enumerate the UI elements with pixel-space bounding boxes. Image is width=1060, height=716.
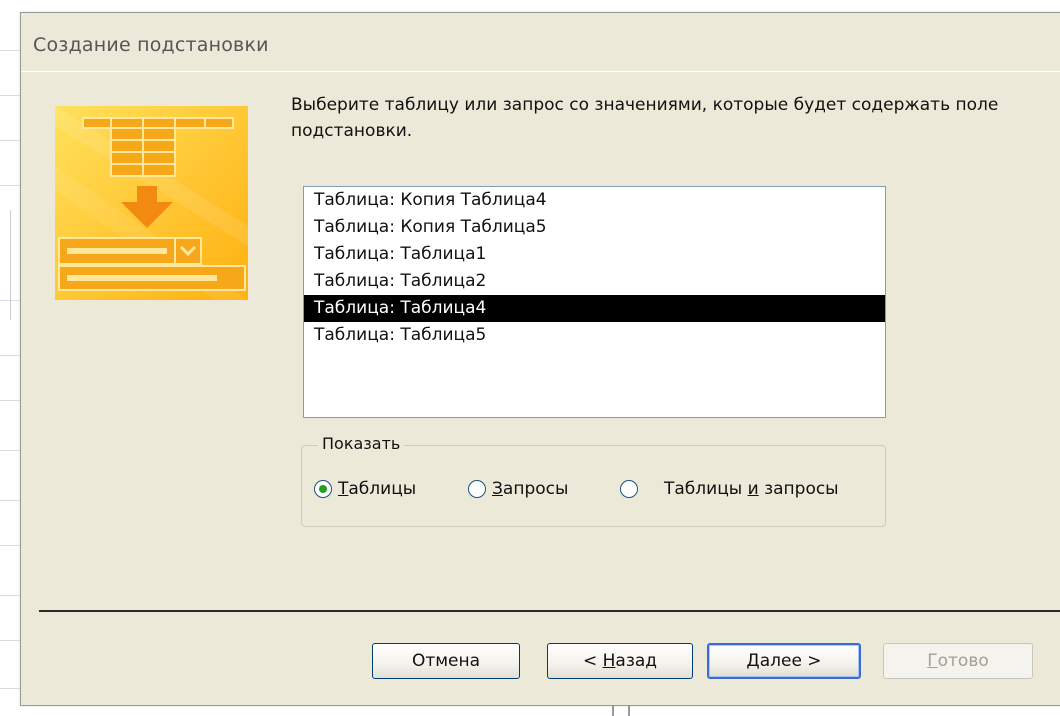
lookup-wizard-dialog: Создание подстановки Выберите таблицу ил…	[20, 12, 1060, 706]
title-bar[interactable]: Создание подстановки	[21, 13, 1060, 71]
background-gridline	[0, 185, 22, 186]
radio-tables-and-queries-label: Таблицы и запросы	[664, 479, 839, 499]
radio-tables-and-queries[interactable]: Таблицы и запросы	[620, 479, 839, 499]
cancel-button[interactable]: Отмена	[372, 643, 520, 679]
next-button[interactable]: Далее >	[707, 643, 861, 679]
background-gridline	[0, 50, 22, 51]
background-gridline	[0, 688, 22, 689]
radio-queries-label: Запросы	[492, 479, 569, 499]
background-gridline	[0, 300, 22, 301]
show-groupbox: Показать Таблицы Запросы Таблицы и запро…	[301, 434, 886, 527]
radio-tables-label: Таблицы	[338, 479, 417, 499]
bottom-separator	[39, 610, 1060, 612]
background-gridline	[0, 500, 22, 501]
title-separator	[21, 71, 1060, 72]
background-divider	[10, 210, 11, 320]
list-item[interactable]: Таблица: Таблица5	[304, 322, 885, 349]
instruction-text: Выберите таблицу или запрос со значениям…	[291, 95, 999, 141]
back-button[interactable]: < Назад	[547, 643, 693, 679]
background-gridline	[0, 595, 22, 596]
background-gridline	[0, 545, 22, 546]
table-query-listbox[interactable]: Таблица: Копия Таблица4 Таблица: Копия Т…	[303, 186, 886, 418]
list-item[interactable]: Таблица: Копия Таблица4	[304, 187, 885, 214]
background-gridline	[0, 355, 22, 356]
finish-button[interactable]: Готово	[883, 643, 1033, 679]
background-gridline	[0, 140, 22, 141]
list-item[interactable]: Таблица: Таблица1	[304, 241, 885, 268]
background-gridline	[0, 450, 22, 451]
list-item[interactable]: Таблица: Таблица2	[304, 268, 885, 295]
list-item[interactable]: Таблица: Копия Таблица5	[304, 214, 885, 241]
radio-queries[interactable]: Запросы	[468, 479, 568, 499]
background-gridline	[0, 400, 22, 401]
lookup-wizard-icon	[55, 106, 248, 300]
radio-unchecked-icon	[468, 480, 486, 498]
show-groupbox-legend: Показать	[318, 434, 405, 453]
background-gridline	[0, 95, 22, 96]
list-item-selected[interactable]: Таблица: Таблица4	[304, 295, 885, 322]
radio-tables[interactable]: Таблицы	[314, 479, 416, 499]
dialog-title: Создание подстановки	[33, 34, 269, 56]
radio-unchecked-icon	[620, 480, 638, 498]
radio-checked-icon	[314, 480, 332, 498]
background-gridline	[0, 640, 22, 641]
